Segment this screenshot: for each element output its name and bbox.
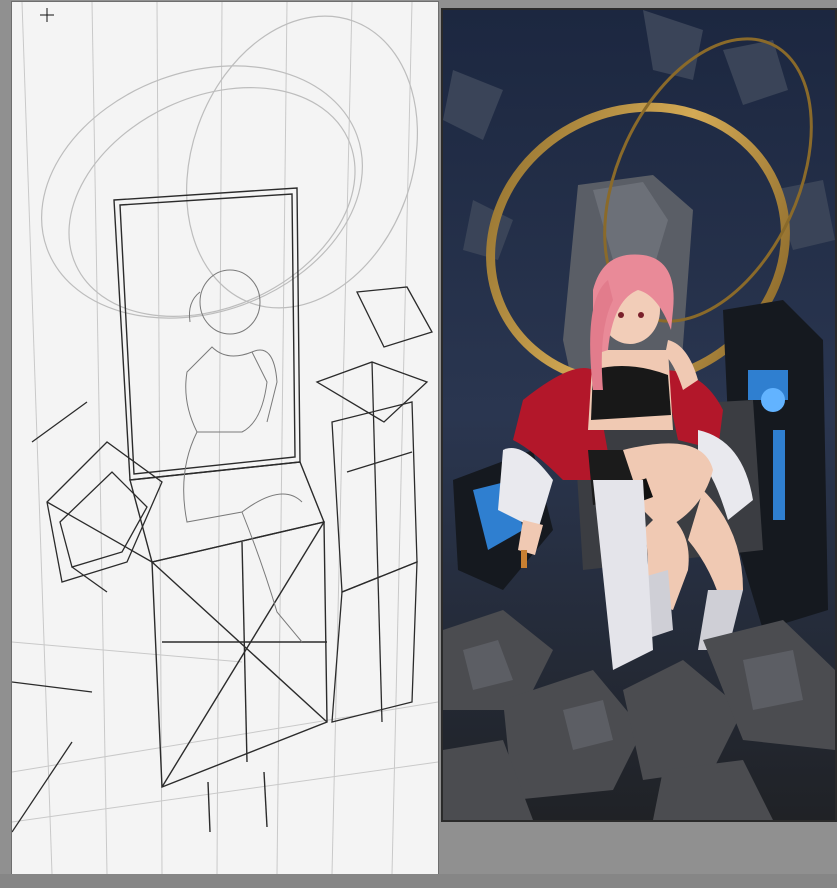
sketch-canvas[interactable] (12, 2, 438, 874)
reference-illustration (443, 10, 835, 820)
status-strip (0, 874, 837, 888)
reference-image[interactable] (443, 10, 835, 820)
workspace (0, 0, 837, 888)
crosshair-cursor-icon (40, 8, 54, 22)
right-pillar-sketch (315, 286, 433, 723)
sketch-drawing (12, 2, 438, 874)
halo-sketch (41, 15, 418, 319)
left-arm-sketch (12, 401, 163, 833)
